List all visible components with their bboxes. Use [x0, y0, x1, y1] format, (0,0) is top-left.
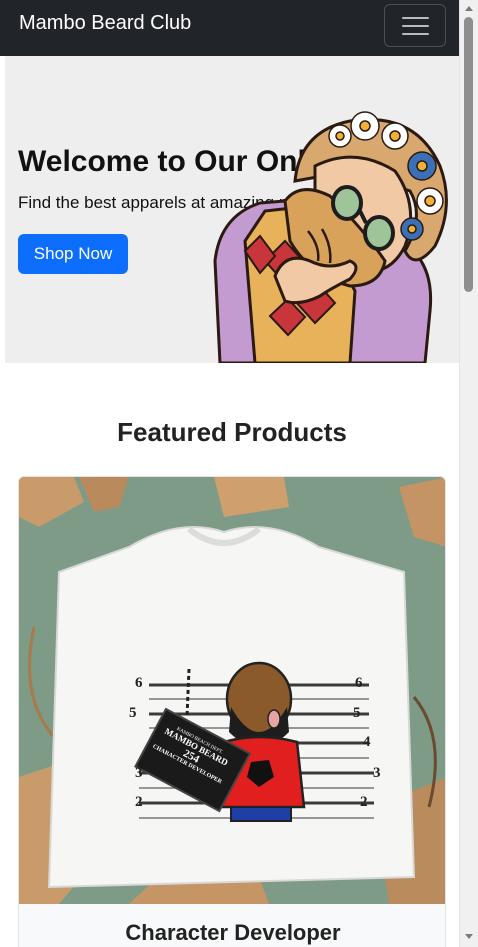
- hero-illustration: [213, 111, 448, 363]
- scrollbar-thumb[interactable]: [464, 17, 473, 292]
- hero-banner: Welcome to Our Online Store Find the bes…: [5, 56, 459, 363]
- navbar-brand[interactable]: Mambo Beard Club: [19, 12, 191, 35]
- product-title[interactable]: Character Developer: [19, 920, 445, 946]
- page-viewport: Mambo Beard Club Welcome to Our Online S…: [0, 0, 459, 947]
- scroll-up-arrow-icon[interactable]: [465, 6, 473, 11]
- navbar-toggler-button[interactable]: [384, 4, 446, 47]
- featured-products-heading: Featured Products: [117, 417, 347, 447]
- scroll-down-arrow-icon[interactable]: [465, 934, 473, 939]
- navbar: Mambo Beard Club: [0, 0, 459, 56]
- product-card[interactable]: 6 6 5 5 4 3 3 2 2 KAMBO BEACH DEPT. MAMB…: [18, 476, 446, 947]
- product-image[interactable]: [19, 477, 446, 904]
- shop-now-button[interactable]: Shop Now: [18, 234, 128, 274]
- vertical-scrollbar[interactable]: [459, 0, 478, 947]
